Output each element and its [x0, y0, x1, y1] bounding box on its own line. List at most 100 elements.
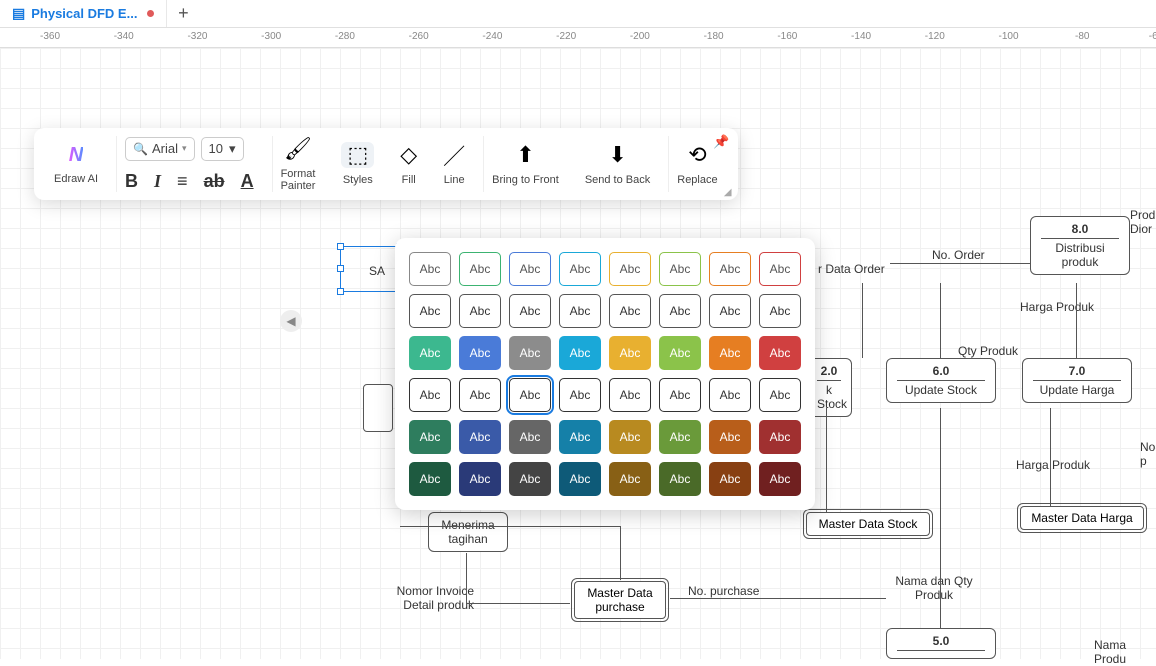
node-master-harga[interactable]: Master Data Harga: [1020, 506, 1144, 530]
node-master-purchase[interactable]: Master Data purchase: [574, 581, 666, 619]
style-swatch[interactable]: Abc: [709, 336, 751, 370]
tab-bar: ▤ Physical DFD E... +: [0, 0, 1156, 28]
italic-button[interactable]: I: [154, 171, 161, 192]
fill-button[interactable]: ◇ Fill: [392, 136, 425, 192]
style-swatch[interactable]: Abc: [759, 252, 801, 286]
style-swatch[interactable]: Abc: [459, 294, 501, 328]
style-swatch[interactable]: Abc: [559, 336, 601, 370]
new-tab-button[interactable]: +: [173, 4, 193, 24]
style-swatch[interactable]: Abc: [709, 420, 751, 454]
node-sa[interactable]: SA: [369, 264, 385, 278]
style-swatch[interactable]: Abc: [659, 252, 701, 286]
style-swatch[interactable]: Abc: [659, 462, 701, 496]
style-swatch[interactable]: Abc: [709, 252, 751, 286]
ruler-mark: -280: [335, 31, 355, 42]
label-produ: Produ Dior: [1130, 208, 1156, 236]
ruler-mark: -120: [925, 31, 945, 42]
style-swatch[interactable]: Abc: [759, 420, 801, 454]
style-swatch[interactable]: Abc: [759, 462, 801, 496]
label-nomor-invoice: Nomor Invoice Detail produk: [394, 584, 474, 612]
style-swatch[interactable]: Abc: [709, 462, 751, 496]
style-swatch[interactable]: Abc: [459, 462, 501, 496]
strikethrough-button[interactable]: ab: [204, 171, 225, 192]
style-swatch[interactable]: Abc: [609, 462, 651, 496]
ruler-mark: -180: [704, 31, 724, 42]
chevron-down-icon: ▾: [229, 141, 236, 157]
style-swatch[interactable]: Abc: [609, 252, 651, 286]
replace-icon: ⟲: [688, 142, 706, 168]
style-swatch[interactable]: Abc: [459, 420, 501, 454]
label-qty-produk: Qty Produk: [958, 344, 1018, 358]
floating-toolbar: 📌 ◢ N Edraw AI 🔍 Arial ▾ 10 ▾ B I: [34, 128, 738, 200]
style-swatch[interactable]: Abc: [609, 378, 651, 412]
ruler-mark: -80: [1075, 31, 1089, 42]
style-swatch[interactable]: Abc: [759, 336, 801, 370]
node-7.0[interactable]: 7.0 Update Harga: [1022, 358, 1132, 403]
node-5.0[interactable]: 5.0: [886, 628, 996, 659]
style-swatch[interactable]: Abc: [609, 294, 651, 328]
font-controls: 🔍 Arial ▾ 10 ▾ B I ≡ ab A: [116, 136, 262, 192]
style-swatch[interactable]: Abc: [409, 336, 451, 370]
style-swatch[interactable]: Abc: [759, 294, 801, 328]
resize-icon[interactable]: ◢: [724, 187, 732, 198]
style-swatch[interactable]: Abc: [659, 420, 701, 454]
node-partial[interactable]: [363, 384, 393, 432]
style-swatch[interactable]: Abc: [409, 294, 451, 328]
modified-indicator: [147, 10, 154, 17]
style-swatch[interactable]: Abc: [609, 420, 651, 454]
ruler-mark: -320: [187, 31, 207, 42]
node-8.0[interactable]: 8.0 Distribusi produk: [1030, 216, 1130, 275]
style-swatch[interactable]: Abc: [559, 462, 601, 496]
tab-document[interactable]: ▤ Physical DFD E...: [0, 0, 167, 27]
style-swatch[interactable]: Abc: [409, 252, 451, 286]
canvas[interactable]: 📌 ◢ N Edraw AI 🔍 Arial ▾ 10 ▾ B I: [0, 48, 1156, 659]
node-menerima[interactable]: Menerima tagihan: [428, 512, 508, 552]
style-swatch[interactable]: Abc: [609, 336, 651, 370]
style-swatch[interactable]: Abc: [759, 378, 801, 412]
pin-icon[interactable]: 📌: [713, 134, 729, 150]
label-nama-qty: Nama dan Qty Produk: [884, 574, 984, 602]
style-swatch[interactable]: Abc: [709, 378, 751, 412]
style-swatch[interactable]: Abc: [659, 378, 701, 412]
format-painter-button[interactable]: 🖌 Format Painter: [272, 136, 324, 192]
style-swatch[interactable]: Abc: [559, 252, 601, 286]
font-color-button[interactable]: A: [241, 171, 254, 192]
node-master-stock[interactable]: Master Data Stock: [806, 512, 930, 536]
style-swatch[interactable]: Abc: [559, 420, 601, 454]
style-swatch[interactable]: Abc: [659, 294, 701, 328]
style-swatch[interactable]: Abc: [709, 294, 751, 328]
ruler-mark: -340: [114, 31, 134, 42]
style-swatch[interactable]: Abc: [509, 336, 551, 370]
font-family-select[interactable]: 🔍 Arial ▾: [125, 137, 195, 161]
style-swatch[interactable]: Abc: [559, 294, 601, 328]
collapse-arrow[interactable]: ◀: [280, 310, 302, 332]
style-swatch[interactable]: Abc: [509, 252, 551, 286]
style-swatch[interactable]: Abc: [509, 420, 551, 454]
ruler-mark: -300: [261, 31, 281, 42]
label-harga-produk2: Harga Produk: [1016, 458, 1090, 472]
style-swatch[interactable]: Abc: [459, 336, 501, 370]
style-swatch[interactable]: Abc: [409, 462, 451, 496]
node-6.0[interactable]: 6.0 Update Stock: [886, 358, 996, 403]
style-swatch[interactable]: Abc: [509, 294, 551, 328]
ruler-mark: -220: [556, 31, 576, 42]
bold-button[interactable]: B: [125, 171, 138, 192]
edraw-ai-button[interactable]: N Edraw AI: [46, 136, 106, 192]
style-swatch[interactable]: Abc: [659, 336, 701, 370]
document-icon: ▤: [12, 5, 25, 22]
styles-button[interactable]: ⬚ Styles: [333, 136, 382, 192]
style-swatch[interactable]: Abc: [459, 252, 501, 286]
font-size-select[interactable]: 10 ▾: [201, 137, 244, 161]
align-button[interactable]: ≡: [177, 171, 188, 192]
style-swatch[interactable]: Abc: [559, 378, 601, 412]
send-back-button[interactable]: ⬇ Send to Back: [577, 136, 658, 192]
styles-icon: ⬚: [341, 142, 374, 168]
style-swatch[interactable]: Abc: [459, 378, 501, 412]
style-swatch[interactable]: Abc: [409, 378, 451, 412]
bring-front-button[interactable]: ⬆ Bring to Front: [483, 136, 567, 192]
style-swatch[interactable]: Abc: [409, 420, 451, 454]
line-button[interactable]: ／ Line: [435, 136, 473, 192]
style-swatch[interactable]: Abc: [509, 462, 551, 496]
style-swatch[interactable]: Abc: [509, 378, 551, 412]
fill-icon: ◇: [400, 142, 417, 168]
